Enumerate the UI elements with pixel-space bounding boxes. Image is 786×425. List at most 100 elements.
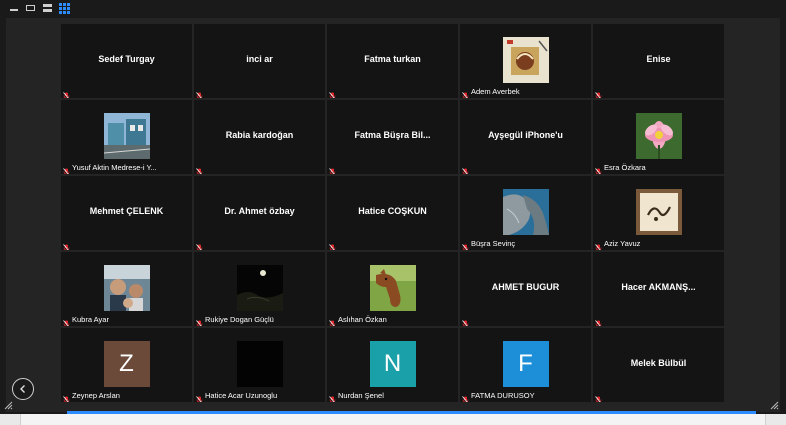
participant-name: Hacer AKMANŞ... xyxy=(621,282,696,292)
previous-page-button[interactable] xyxy=(12,378,34,400)
participant-label: FATMA DURUSOY xyxy=(471,391,535,400)
muted-mic-icon xyxy=(329,391,336,402)
participant-gallery: Sedef Turgay inci ar Fatma turkan Adem Aver… xyxy=(61,24,724,402)
muted-mic-icon xyxy=(63,391,70,402)
participant-tile[interactable]: Fatma Büşra Bil... xyxy=(327,100,458,174)
participant-tile[interactable]: inci ar xyxy=(194,24,325,98)
participant-name: Ayşegül iPhone'u xyxy=(488,130,563,140)
muted-mic-icon xyxy=(595,391,602,402)
participant-photo xyxy=(502,37,549,83)
avatar-initial: N xyxy=(369,341,416,387)
minimize-icon[interactable] xyxy=(9,3,19,13)
participant-tile[interactable]: Aziz Yavuz xyxy=(593,176,724,250)
participant-label: Kubra Ayar xyxy=(72,315,109,324)
muted-mic-icon xyxy=(196,87,203,98)
participant-photo xyxy=(635,189,682,235)
muted-mic-icon xyxy=(462,315,469,326)
participant-tile[interactable]: Z Zeynep Arslan xyxy=(61,328,192,402)
muted-mic-icon xyxy=(63,239,70,250)
participant-tile[interactable]: Hacer AKMANŞ... xyxy=(593,252,724,326)
participant-name: inci ar xyxy=(246,54,273,64)
participant-tile[interactable]: Sedef Turgay xyxy=(61,24,192,98)
muted-mic-icon xyxy=(329,163,336,174)
participant-tile[interactable]: F FATMA DURUSOY xyxy=(460,328,591,402)
muted-mic-icon xyxy=(595,239,602,250)
muted-mic-icon xyxy=(63,87,70,98)
participant-tile[interactable]: Esra Özkara xyxy=(593,100,724,174)
muted-mic-icon xyxy=(462,87,469,98)
speaker-view-icon[interactable] xyxy=(26,3,36,13)
participant-tile[interactable]: Melek Bülbül xyxy=(593,328,724,402)
participant-tile[interactable]: Aslıhan Özkan xyxy=(327,252,458,326)
participant-avatar: Z xyxy=(103,341,150,387)
participant-name: Fatma turkan xyxy=(364,54,421,64)
participant-name: Enise xyxy=(646,54,671,64)
participant-name: Dr. Ahmet özbay xyxy=(224,206,295,216)
participant-label: Zeynep Arslan xyxy=(72,391,120,400)
muted-mic-icon xyxy=(329,315,336,326)
muted-mic-icon xyxy=(595,163,602,174)
participant-name: Melek Bülbül xyxy=(630,358,687,368)
participant-tile[interactable]: Rabia kardoğan xyxy=(194,100,325,174)
muted-mic-icon xyxy=(595,315,602,326)
muted-mic-icon xyxy=(63,163,70,174)
participant-name: Mehmet ÇELENK xyxy=(89,206,164,216)
participant-tile[interactable]: Dr. Ahmet özbay xyxy=(194,176,325,250)
participant-tile[interactable]: N Nurdan Şenel xyxy=(327,328,458,402)
participant-tile[interactable]: Yusuf Aktin Medrese-i Y... xyxy=(61,100,192,174)
participant-photo xyxy=(103,113,150,159)
participant-name: Fatma Büşra Bil... xyxy=(354,130,431,140)
participant-tile[interactable]: Hatice COŞKUN xyxy=(327,176,458,250)
muted-mic-icon xyxy=(196,315,203,326)
muted-mic-icon xyxy=(595,87,602,98)
filmstrip-view-icon[interactable] xyxy=(43,3,53,13)
participant-name: Hatice COŞKUN xyxy=(358,206,427,216)
participant-tile[interactable]: Ayşegül iPhone'u xyxy=(460,100,591,174)
muted-mic-icon xyxy=(196,163,203,174)
window-toolbar xyxy=(0,0,786,18)
participant-tile[interactable]: Hatice Acar Uzunoglu xyxy=(194,328,325,402)
window-bottom-edge xyxy=(0,414,786,425)
muted-mic-icon xyxy=(462,163,469,174)
participant-label: Esra Özkara xyxy=(604,163,646,172)
participant-photo xyxy=(103,265,150,311)
muted-mic-icon xyxy=(462,239,469,250)
participant-tile[interactable]: AHMET BUGUR xyxy=(460,252,591,326)
participant-label: Hatice Acar Uzunoglu xyxy=(205,391,278,400)
muted-mic-icon xyxy=(329,87,336,98)
muted-mic-icon xyxy=(63,315,70,326)
participant-photo xyxy=(236,341,283,387)
participant-tile[interactable]: Mehmet ÇELENK xyxy=(61,176,192,250)
participant-tile[interactable]: Adem Averbek xyxy=(460,24,591,98)
participant-avatar: N xyxy=(369,341,416,387)
participant-label: Büşra Sevinç xyxy=(471,239,516,248)
resize-handle-icon[interactable] xyxy=(4,401,13,410)
window-bottom-panel xyxy=(20,414,766,425)
participant-name: AHMET BUGUR xyxy=(491,282,560,292)
participant-name: Rabia kardoğan xyxy=(225,130,294,140)
participant-label: Rukiye Dogan Güçlü xyxy=(205,315,274,324)
participant-tile[interactable]: Rukiye Dogan Güçlü xyxy=(194,252,325,326)
participant-label: Nurdan Şenel xyxy=(338,391,384,400)
participant-photo xyxy=(369,265,416,311)
resize-handle-icon[interactable] xyxy=(770,401,779,410)
participant-tile[interactable]: Enise xyxy=(593,24,724,98)
participant-tile[interactable]: Fatma turkan xyxy=(327,24,458,98)
gallery-view-icon[interactable] xyxy=(59,3,70,14)
avatar-initial: F xyxy=(502,341,549,387)
chevron-left-icon xyxy=(20,385,25,393)
participant-label: Aslıhan Özkan xyxy=(338,315,387,324)
muted-mic-icon xyxy=(196,391,203,402)
avatar-initial: Z xyxy=(103,341,150,387)
participant-tile[interactable]: Kubra Ayar xyxy=(61,252,192,326)
participant-label: Yusuf Aktin Medrese-i Y... xyxy=(72,163,157,172)
muted-mic-icon xyxy=(462,391,469,402)
participant-tile[interactable]: Büşra Sevinç xyxy=(460,176,591,250)
participant-name: Sedef Turgay xyxy=(98,54,155,64)
participant-photo xyxy=(502,189,549,235)
participant-photo xyxy=(236,265,283,311)
muted-mic-icon xyxy=(196,239,203,250)
participant-photo xyxy=(635,113,682,159)
participant-label: Aziz Yavuz xyxy=(604,239,641,248)
muted-mic-icon xyxy=(329,239,336,250)
